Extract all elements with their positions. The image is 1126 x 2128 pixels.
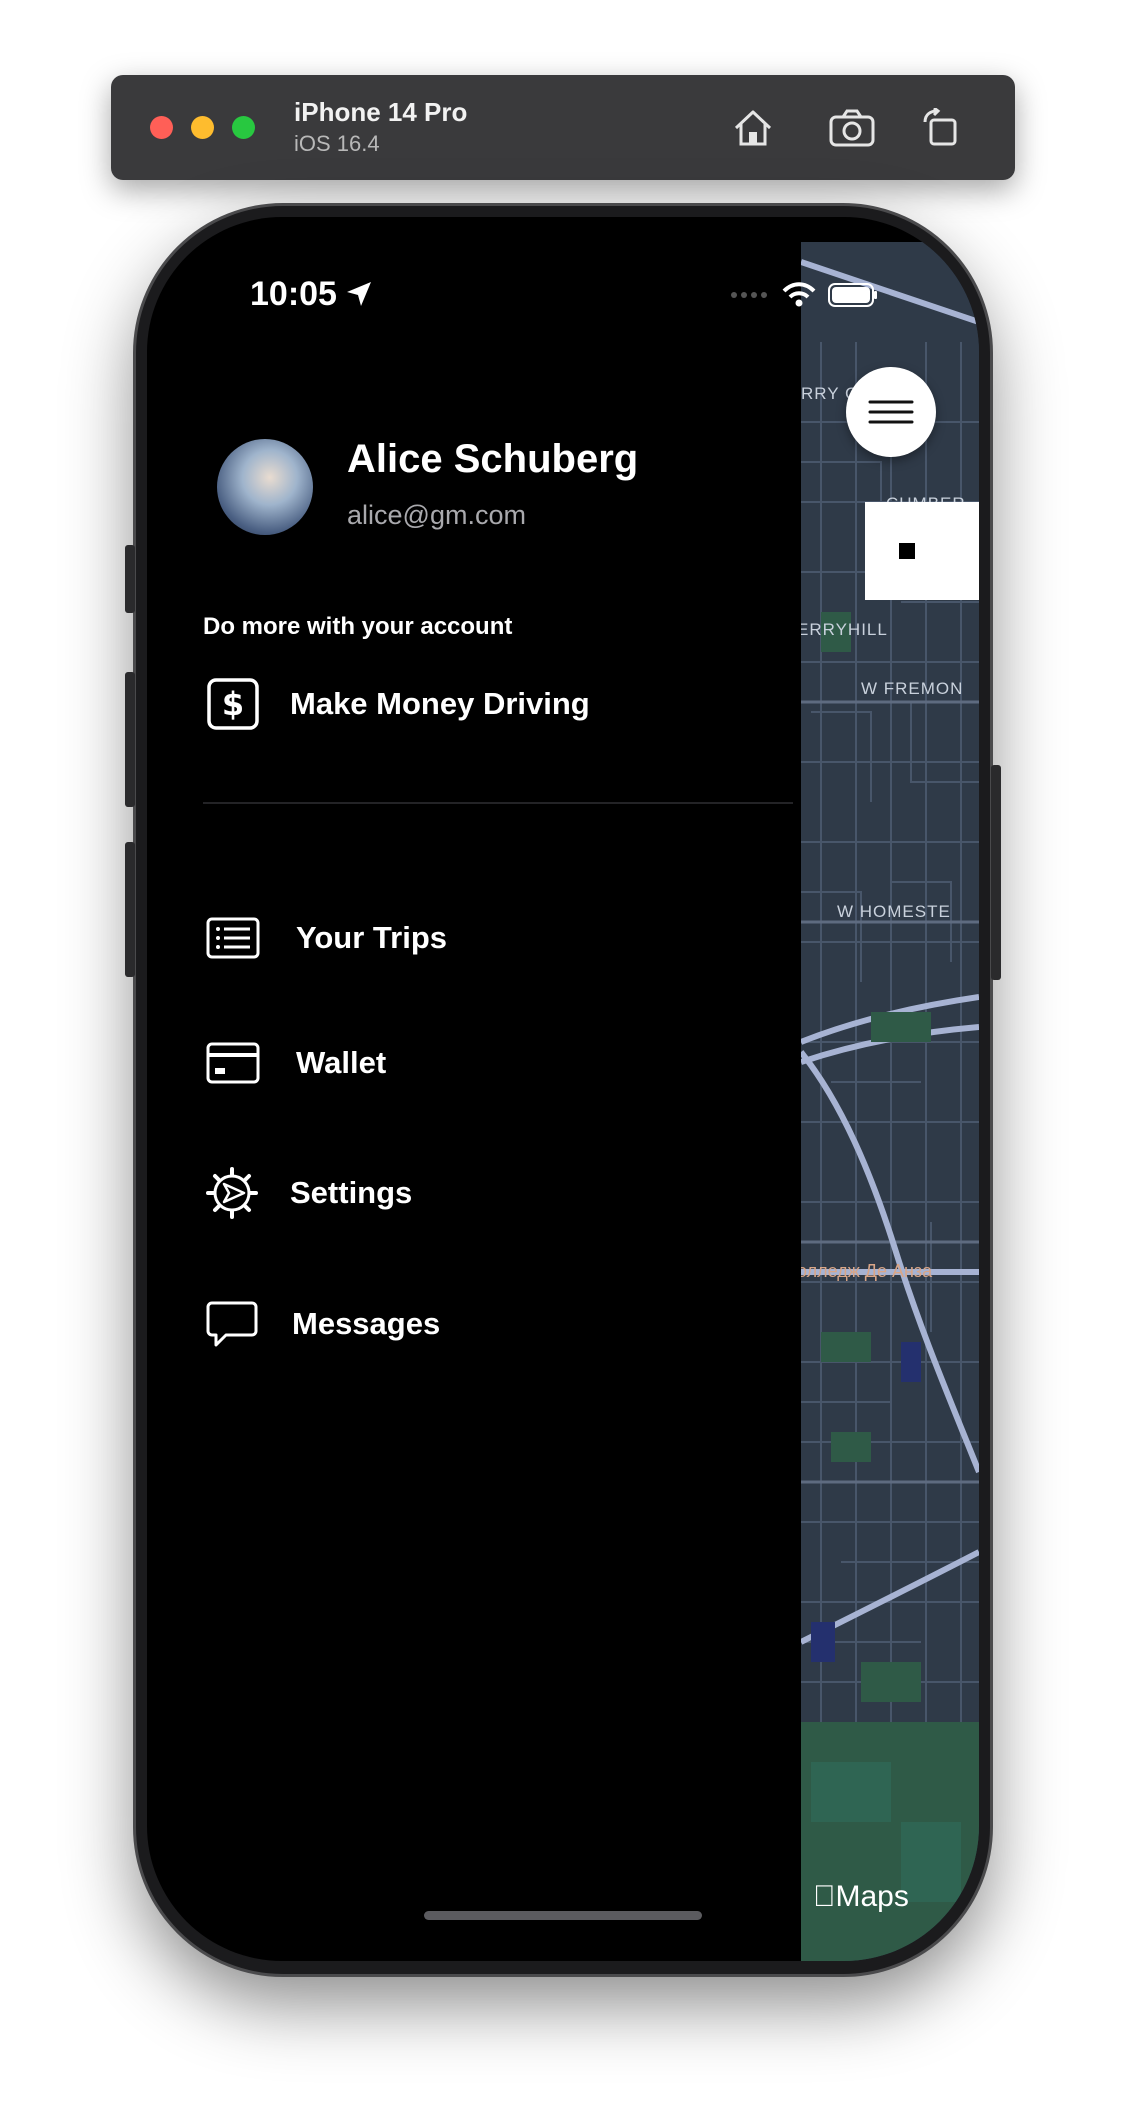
settings-gear-icon bbox=[206, 1167, 258, 1219]
menu-item-label: Your Trips bbox=[296, 920, 448, 955]
map-label-street: W HOMESTE bbox=[837, 902, 951, 921]
action-button[interactable] bbox=[125, 545, 135, 613]
zoom-window-button[interactable] bbox=[232, 116, 255, 139]
menu-item-label: Messages bbox=[292, 1306, 441, 1341]
rotate-button[interactable] bbox=[916, 103, 966, 153]
minimize-window-button[interactable] bbox=[191, 116, 214, 139]
map-label-street: W FREMON bbox=[861, 679, 964, 698]
cellular-signal-icon bbox=[731, 292, 767, 298]
volume-up-button[interactable] bbox=[125, 672, 135, 807]
map-label-street: ERRYHILL bbox=[801, 620, 888, 639]
svg-text:$: $ bbox=[222, 685, 244, 723]
simulator-toolbar: iPhone 14 Pro iOS 16.4 bbox=[111, 75, 1015, 180]
menu-item-settings[interactable]: Settings bbox=[206, 1167, 412, 1219]
chat-bubble-icon bbox=[206, 1301, 258, 1347]
menu-item-label: Make Money Driving bbox=[290, 686, 590, 721]
status-time: 10:05 bbox=[250, 275, 337, 313]
menu-item-label: Settings bbox=[290, 1175, 413, 1210]
user-email: alice@gm.com bbox=[347, 500, 526, 530]
wifi-icon bbox=[782, 282, 816, 307]
dollar-sign-icon: $ bbox=[207, 678, 259, 730]
power-button[interactable] bbox=[991, 765, 1001, 980]
menu-item-make-money-driving[interactable]: $ Make Money Driving bbox=[206, 677, 590, 731]
device-name: iPhone 14 Pro bbox=[294, 97, 468, 127]
rotate-icon bbox=[923, 108, 957, 146]
phone-screen: RRY CH CUMBER ERRYHILL W FREMON W HOMEST… bbox=[147, 217, 979, 1961]
avatar[interactable] bbox=[217, 439, 313, 535]
screenshot-button[interactable] bbox=[827, 103, 877, 153]
home-indicator[interactable] bbox=[424, 1911, 702, 1920]
hamburger-icon bbox=[868, 400, 914, 424]
menu-item-your-trips[interactable]: Your Trips bbox=[206, 917, 447, 959]
menu-toggle-button[interactable] bbox=[846, 367, 936, 457]
menu-item-label: Wallet bbox=[296, 1045, 387, 1080]
stop-button[interactable] bbox=[865, 502, 979, 600]
close-window-button[interactable] bbox=[150, 116, 173, 139]
map-label-place: олледж Де Анза bbox=[801, 1261, 933, 1281]
battery-icon bbox=[828, 283, 877, 307]
divider bbox=[203, 802, 793, 804]
section-title: Do more with your account bbox=[203, 613, 513, 640]
user-name[interactable]: Alice Schuberg bbox=[347, 437, 638, 482]
receipt-list-icon bbox=[206, 917, 260, 959]
menu-item-wallet[interactable]: Wallet bbox=[206, 1042, 386, 1084]
credit-card-icon bbox=[206, 1042, 260, 1084]
os-version: iOS 16.4 bbox=[294, 131, 380, 156]
menu-item-messages[interactable]: Messages bbox=[206, 1300, 440, 1348]
volume-down-button[interactable] bbox=[125, 842, 135, 977]
apple-maps-attribution[interactable]: Maps bbox=[813, 1880, 909, 1914]
apple-logo-icon:  bbox=[813, 1880, 836, 1913]
maps-attribution-text: Maps bbox=[813, 1880, 909, 1913]
status-indicators bbox=[730, 282, 878, 308]
home-icon bbox=[734, 110, 772, 146]
location-arrow-icon bbox=[347, 282, 371, 306]
stop-icon bbox=[899, 543, 915, 559]
screenshot-icon bbox=[829, 109, 875, 147]
home-button[interactable] bbox=[728, 103, 778, 153]
map-view[interactable]: RRY CH CUMBER ERRYHILL W FREMON W HOMEST… bbox=[801, 242, 979, 1961]
